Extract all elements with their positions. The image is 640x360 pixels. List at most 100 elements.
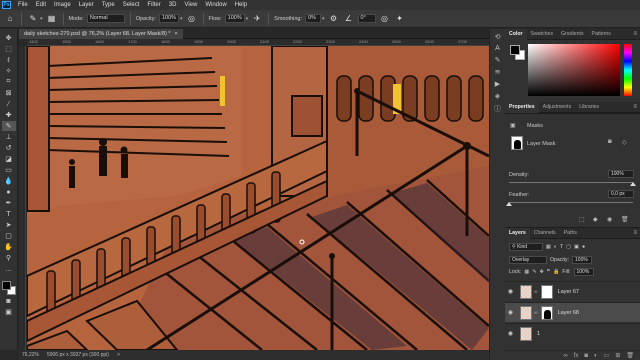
symmetry-icon[interactable]: ✦	[394, 13, 406, 25]
link-icon[interactable]: ∞	[534, 289, 538, 295]
density-field[interactable]: 100%	[608, 170, 634, 178]
menu-layer[interactable]: Layer	[75, 2, 98, 8]
document-tab[interactable]: daily sketches-270.psd @ 76,2% (Layer 68…	[19, 29, 183, 39]
menu-type[interactable]: Type	[98, 2, 119, 8]
screen-mode-icon[interactable]: ▣	[2, 307, 16, 317]
angle-field[interactable]: 0°	[357, 14, 376, 23]
tab-layers[interactable]: Layers	[505, 227, 530, 239]
layer-filter-select[interactable]: ⚲ Kind	[509, 242, 543, 251]
pixel-mask-icon[interactable]: ◙	[608, 139, 612, 145]
dodge-tool-icon[interactable]: ●	[2, 187, 16, 197]
filter-adjustment-icon[interactable]: ◐	[554, 244, 557, 250]
foreground-color-swatch[interactable]	[1, 281, 11, 290]
vector-mask-icon[interactable]: ◇	[622, 139, 627, 146]
color-swatches[interactable]	[1, 281, 16, 295]
blend-mode-select[interactable]: Overlay	[509, 255, 547, 264]
menu-file[interactable]: File	[14, 2, 32, 8]
tab-adjustments[interactable]: Adjustments	[539, 102, 576, 113]
filter-toggle-icon[interactable]: ●	[582, 244, 585, 250]
horizontal-ruler[interactable]: 1400 1500 1600 1700 1800 1900 2000 2100 …	[27, 39, 489, 46]
crop-tool-icon[interactable]: ⌗	[2, 77, 16, 87]
frame-tool-icon[interactable]: ⊠	[2, 88, 16, 98]
feather-field[interactable]: 0,0 px	[608, 190, 634, 198]
delete-mask-icon[interactable]: 🗑	[621, 216, 629, 223]
brush-settings-icon[interactable]: ▦	[46, 13, 58, 25]
pressure-size-icon[interactable]: ◎	[379, 13, 391, 25]
new-group-icon[interactable]: ▭	[604, 352, 610, 359]
menu-help[interactable]: Help	[231, 2, 251, 8]
airbrush-icon[interactable]: ✈	[251, 13, 263, 25]
tab-patterns[interactable]: Patterns	[588, 29, 615, 40]
history-icon[interactable]: ⟲	[495, 33, 501, 41]
smoothing-settings-icon[interactable]: ⚙	[328, 13, 340, 25]
tab-swatches[interactable]: Swatches	[527, 29, 558, 40]
menu-select[interactable]: Select	[119, 2, 144, 8]
hand-tool-icon[interactable]: ✋	[2, 242, 16, 252]
layer-name[interactable]: Layer 68	[558, 310, 579, 316]
eraser-tool-icon[interactable]: ◪	[2, 154, 16, 164]
panel-menu-icon[interactable]: ≡	[633, 29, 637, 40]
layer-mask-thumbnail[interactable]	[540, 305, 553, 320]
add-mask-icon[interactable]: ◙	[584, 353, 588, 359]
quick-mask-icon[interactable]: ◙	[2, 296, 16, 306]
menu-edit[interactable]: Edit	[32, 2, 50, 8]
lasso-tool-icon[interactable]: ℓ	[2, 55, 16, 65]
new-layer-icon[interactable]: ⊞	[615, 352, 620, 359]
load-selection-icon[interactable]: ⬚	[579, 216, 585, 223]
flow-field[interactable]: 100%	[224, 14, 245, 23]
lock-artboard-icon[interactable]: ⌗	[547, 268, 550, 275]
menu-window[interactable]: Window	[201, 2, 230, 8]
brush-settings-icon[interactable]: ≋	[495, 68, 501, 76]
character-icon[interactable]: A	[495, 45, 500, 52]
disable-mask-icon[interactable]: ◉	[607, 216, 612, 223]
close-icon[interactable]: ×	[175, 29, 178, 39]
chevron-down-icon[interactable]: ▾	[322, 16, 325, 22]
zoom-tool-icon[interactable]: ⚲	[2, 253, 16, 263]
adjustment-layer-icon[interactable]: ◐	[594, 353, 598, 359]
apply-mask-icon[interactable]: ◆	[593, 216, 598, 223]
move-tool-icon[interactable]: ✥	[2, 33, 16, 43]
history-brush-tool-icon[interactable]: ↺	[2, 143, 16, 153]
tab-channels[interactable]: Channels	[530, 228, 560, 239]
status-arrow-icon[interactable]: >	[117, 352, 120, 358]
rectangle-tool-icon[interactable]: ▢	[2, 231, 16, 241]
visibility-eye-icon[interactable]: ◉	[505, 330, 516, 337]
chevron-down-icon[interactable]: ▾	[40, 16, 43, 22]
blur-tool-icon[interactable]: 💧	[2, 176, 16, 186]
filter-smart-icon[interactable]: ▣	[574, 244, 579, 250]
layer-row[interactable]: ◉ ∞ Layer 67	[505, 281, 640, 301]
brush-tool-icon[interactable]: ✎	[1, 121, 16, 131]
trash-icon[interactable]: 🗑	[626, 352, 634, 359]
link-layers-icon[interactable]: ∞	[563, 353, 567, 359]
quick-select-tool-icon[interactable]: ✧	[2, 66, 16, 76]
marquee-tool-icon[interactable]: ⬚	[2, 44, 16, 54]
path-selection-tool-icon[interactable]: ➤	[2, 220, 16, 230]
gradient-tool-icon[interactable]: ▭	[2, 165, 16, 175]
angle-icon[interactable]: ∠	[343, 13, 355, 25]
layer-opacity-field[interactable]: 100%	[572, 255, 593, 264]
zoom-level[interactable]: 76,22%	[22, 352, 39, 358]
feather-slider[interactable]	[509, 202, 633, 203]
menu-3d[interactable]: 3D	[165, 2, 181, 8]
healing-brush-tool-icon[interactable]: ✚	[2, 110, 16, 120]
opacity-field[interactable]: 100%	[159, 14, 179, 23]
filter-type-icon[interactable]: T	[560, 244, 563, 250]
tab-color[interactable]: Color	[505, 28, 527, 40]
navigator-icon[interactable]: ◈	[495, 92, 500, 100]
foreground-color-swatch[interactable]	[510, 45, 520, 55]
filter-shape-icon[interactable]: ▢	[566, 244, 571, 250]
fx-icon[interactable]: fx	[574, 353, 579, 359]
brush-icon[interactable]: ✎	[27, 13, 39, 25]
lock-position-icon[interactable]: ✥	[540, 269, 544, 275]
pen-tool-icon[interactable]: ✒	[2, 198, 16, 208]
chevron-down-icon[interactable]: ▾	[246, 16, 249, 22]
info-icon[interactable]: ⓘ	[494, 104, 501, 114]
actions-icon[interactable]: ▶	[495, 80, 500, 88]
feather-slider-knob[interactable]	[506, 202, 512, 206]
brushes-icon[interactable]: ✎	[495, 56, 501, 64]
lock-pixels-icon[interactable]: ▦	[524, 269, 529, 275]
layer-mask-thumbnail[interactable]	[540, 284, 553, 299]
visibility-eye-icon[interactable]: ◉	[505, 309, 516, 316]
clone-stamp-tool-icon[interactable]: ⊥	[2, 132, 16, 142]
pressure-opacity-icon[interactable]: ◎	[186, 13, 198, 25]
